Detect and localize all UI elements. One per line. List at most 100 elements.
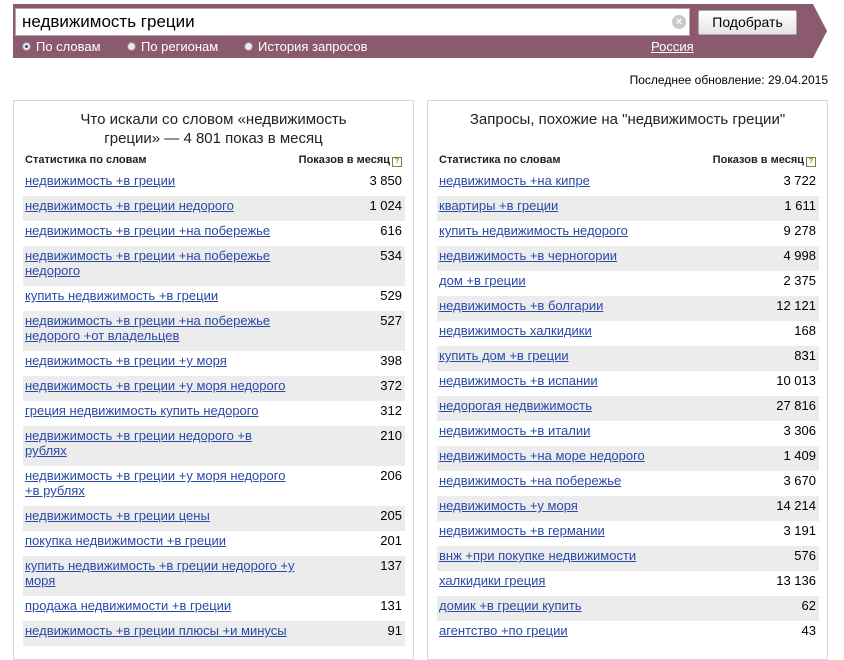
- panel-title: Что искали со словом «недвижимость греци…: [80, 111, 347, 147]
- table-row: греция недвижимость купить недорого 312: [23, 401, 405, 426]
- query-link[interactable]: покупка недвижимости +в греции: [23, 531, 295, 548]
- impressions-count: 831: [794, 348, 816, 363]
- col-header-query: Статистика по словам: [439, 154, 561, 166]
- table-row: недвижимость +в греции недорого 1 024: [23, 196, 405, 221]
- impressions-count: 3 670: [783, 473, 816, 488]
- query-link[interactable]: недвижимость +в греции цены: [23, 506, 295, 523]
- table-row: купить недвижимость +в греции недорого +…: [23, 556, 405, 596]
- table-row: квартиры +в греции 1 611: [437, 196, 819, 221]
- radio-icon: [244, 42, 253, 51]
- table-row: недвижимость +в испании 10 013: [437, 371, 819, 396]
- submit-button[interactable]: Подобрать: [698, 10, 797, 35]
- query-link[interactable]: недвижимость +в греции плюсы +и минусы: [23, 621, 295, 638]
- impressions-count: 398: [380, 353, 402, 368]
- table-row: покупка недвижимости +в греции 201: [23, 531, 405, 556]
- query-link[interactable]: недвижимость +в греции +у моря недорого …: [23, 466, 295, 498]
- related-words-panel: Что искали со словом «недвижимость греци…: [13, 100, 414, 660]
- impressions-count: 312: [380, 403, 402, 418]
- query-link[interactable]: недвижимость халкидики: [437, 321, 709, 338]
- impressions-count: 62: [801, 598, 816, 613]
- impressions-count: 3 306: [783, 423, 816, 438]
- query-link[interactable]: квартиры +в греции: [437, 196, 709, 213]
- impressions-count: 576: [794, 548, 816, 563]
- impressions-count: 43: [801, 623, 816, 638]
- table-row: домик +в греции купить 62: [437, 596, 819, 621]
- query-link[interactable]: купить недвижимость недорого: [437, 221, 709, 238]
- table-row: агентство +по греции 43: [437, 621, 819, 646]
- query-link[interactable]: купить недвижимость +в греции недорого +…: [23, 556, 295, 588]
- query-link[interactable]: домик +в греции купить: [437, 596, 709, 613]
- query-link[interactable]: недвижимость +в германии: [437, 521, 709, 538]
- query-link[interactable]: недвижимость +в болгарии: [437, 296, 709, 313]
- impressions-count: 91: [387, 623, 402, 638]
- query-link[interactable]: дом +в греции: [437, 271, 709, 288]
- query-link[interactable]: недорогая недвижимость: [437, 396, 709, 413]
- col-header-count-label: Показов в месяц: [298, 154, 390, 166]
- table-row: недвижимость +в греции +на побережье нед…: [23, 311, 405, 351]
- search-query-text: недвижимость греции: [22, 12, 195, 31]
- mode-label: История запросов: [258, 39, 368, 54]
- table-row: недвижимость +в греции 3 850: [23, 171, 405, 196]
- table-row: недвижимость +в греции недорого +в рубля…: [23, 426, 405, 466]
- mode-label: По словам: [36, 39, 101, 54]
- search-input[interactable]: недвижимость греции: [15, 8, 690, 36]
- table-row: недвижимость +в греции +на побережье 616: [23, 221, 405, 246]
- help-icon[interactable]: ?: [806, 157, 816, 167]
- mode-by-words-radio[interactable]: По словам: [22, 39, 101, 54]
- query-link[interactable]: продажа недвижимости +в греции: [23, 596, 295, 613]
- table-row: внж +при покупке недвижимости 576: [437, 546, 819, 571]
- table-row: недвижимость +в болгарии 12 121: [437, 296, 819, 321]
- query-link[interactable]: недвижимость +в испании: [437, 371, 709, 388]
- impressions-count: 1 409: [783, 448, 816, 463]
- table-row: купить недвижимость +в греции 529: [23, 286, 405, 311]
- impressions-count: 1 611: [784, 198, 816, 213]
- query-link[interactable]: недвижимость +в греции +на побережье нед…: [23, 246, 295, 278]
- help-icon[interactable]: ?: [392, 157, 402, 167]
- impressions-count: 201: [380, 533, 402, 548]
- impressions-count: 1 024: [369, 198, 402, 213]
- query-link[interactable]: недвижимость +в черногории: [437, 246, 709, 263]
- query-link[interactable]: внж +при покупке недвижимости: [437, 546, 709, 563]
- query-link[interactable]: халкидики греция: [437, 571, 709, 588]
- table-row: продажа недвижимости +в греции 131: [23, 596, 405, 621]
- query-link[interactable]: греция недвижимость купить недорого: [23, 401, 295, 418]
- query-link[interactable]: недвижимость +на побережье: [437, 471, 709, 488]
- query-link[interactable]: агентство +по греции: [437, 621, 709, 638]
- table-row: недвижимость халкидики 168: [437, 321, 819, 346]
- query-list: недвижимость +на кипре 3 722 квартиры +в г…: [437, 171, 819, 646]
- impressions-count: 210: [380, 428, 402, 443]
- table-row: купить дом +в греции 831: [437, 346, 819, 371]
- impressions-count: 3 850: [369, 173, 402, 188]
- impressions-count: 616: [380, 223, 402, 238]
- query-link[interactable]: недвижимость +у моря: [437, 496, 709, 513]
- impressions-count: 131: [380, 598, 402, 613]
- query-link[interactable]: купить недвижимость +в греции: [23, 286, 295, 303]
- query-list: недвижимость +в греции 3 850 недвижимость …: [23, 171, 405, 646]
- col-header-query: Статистика по словам: [25, 154, 147, 166]
- radio-selected-icon: [22, 42, 31, 51]
- query-link[interactable]: недвижимость +на море недорого: [437, 446, 709, 463]
- impressions-count: 527: [380, 313, 402, 328]
- query-link[interactable]: недвижимость +в греции: [23, 171, 295, 188]
- table-row: недвижимость +в греции цены 205: [23, 506, 405, 531]
- table-row: недвижимость +в греции +у моря 398: [23, 351, 405, 376]
- mode-by-regions-radio[interactable]: По регионам: [127, 39, 218, 54]
- impressions-count: 9 278: [783, 223, 816, 238]
- query-link[interactable]: недвижимость +в италии: [437, 421, 709, 438]
- query-link[interactable]: купить дом +в греции: [437, 346, 709, 363]
- impressions-count: 534: [380, 248, 402, 263]
- region-link[interactable]: Россия: [651, 39, 694, 54]
- table-row: недвижимость +на кипре 3 722: [437, 171, 819, 196]
- query-link[interactable]: недвижимость +на кипре: [437, 171, 709, 188]
- query-link[interactable]: недвижимость +в греции недорого +в рубля…: [23, 426, 295, 458]
- mode-history-radio[interactable]: История запросов: [244, 39, 368, 54]
- query-link[interactable]: недвижимость +в греции +у моря: [23, 351, 295, 368]
- query-link[interactable]: недвижимость +в греции +на побережье нед…: [23, 311, 295, 343]
- query-link[interactable]: недвижимость +в греции +на побережье: [23, 221, 295, 238]
- table-row: купить недвижимость недорого 9 278: [437, 221, 819, 246]
- query-link[interactable]: недвижимость +в греции +у моря недорого: [23, 376, 295, 393]
- clear-icon[interactable]: ×: [672, 15, 686, 29]
- query-link[interactable]: недвижимость +в греции недорого: [23, 196, 295, 213]
- impressions-count: 27 816: [776, 398, 816, 413]
- table-row: недвижимость +у моря 14 214: [437, 496, 819, 521]
